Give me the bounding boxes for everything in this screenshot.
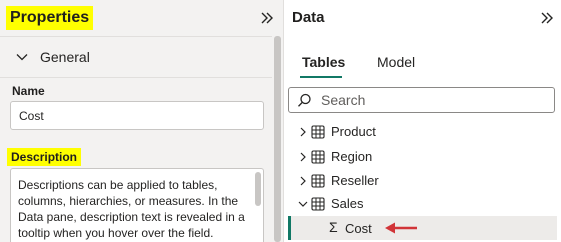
properties-scrollbar[interactable] [274,36,281,242]
general-section-label: General [40,49,90,65]
chevron-right-icon[interactable] [298,127,308,137]
table-icon [311,174,325,188]
general-section-header[interactable]: General [0,37,272,77]
description-label: Description [7,148,82,166]
chevron-right-icon[interactable] [298,176,308,186]
tab-tables[interactable]: Tables [302,54,345,70]
divider [0,77,272,78]
annotation-arrow-icon [385,222,417,234]
double-chevron-right-icon[interactable] [258,9,276,27]
chevron-right-icon[interactable] [298,152,308,162]
sigma-icon: Σ [329,219,338,235]
data-title: Data [292,9,325,26]
double-chevron-right-icon[interactable] [538,9,556,27]
search-input[interactable]: Search [288,87,555,113]
table-icon [311,125,325,139]
description-field[interactable]: Descriptions can be applied to tables, c… [10,168,264,242]
chevron-down-icon [16,54,28,61]
data-pane: Data Tables Model Search Product Region … [283,0,561,242]
properties-header: Properties [0,0,283,36]
chevron-down-icon[interactable] [298,199,308,209]
selection-indicator [288,216,291,240]
search-icon [297,93,311,107]
tree-item-reseller[interactable]: Reseller [284,169,561,193]
description-text: Descriptions can be applied to tables, c… [18,178,245,240]
tab-model[interactable]: Model [377,54,415,70]
search-placeholder: Search [321,92,366,108]
tree-item-sales[interactable]: Sales [284,192,561,216]
name-field[interactable] [10,101,264,130]
field-name: Cost [345,221,372,236]
name-label: Name [12,84,45,98]
properties-pane: Properties General Name Description Desc… [0,0,283,242]
active-tab-indicator [300,76,342,78]
table-name: Region [331,149,373,164]
table-icon [311,150,325,164]
tree-item-product[interactable]: Product [284,120,561,144]
field-item-cost[interactable]: Σ Cost [288,216,557,240]
tree-item-region[interactable]: Region [284,145,561,169]
table-name: Sales [331,196,364,211]
properties-title: Properties [6,6,94,30]
table-name: Reseller [331,173,379,188]
table-icon [311,197,325,211]
description-scrollbar[interactable] [255,172,261,206]
table-name: Product [331,124,376,139]
